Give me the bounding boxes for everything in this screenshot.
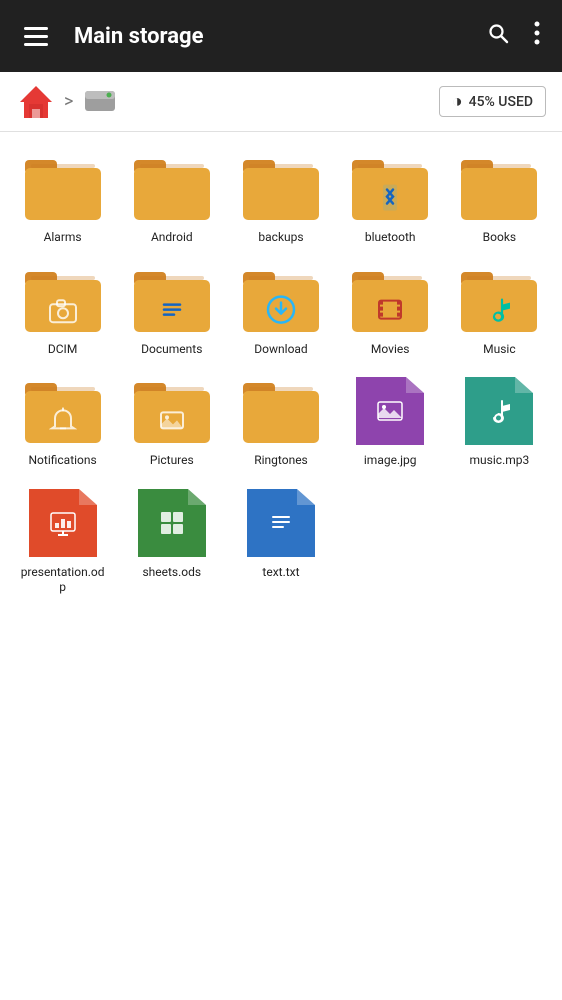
file-icon-sheets [132, 487, 212, 559]
file-item-download[interactable]: Download [226, 256, 335, 364]
menu-button[interactable] [16, 19, 56, 54]
file-label-dcim: DCIM [48, 342, 77, 358]
file-item-android[interactable]: Android [117, 144, 226, 252]
file-item-backups[interactable]: backups [226, 144, 335, 252]
storage-half-icon: ◑ [452, 91, 463, 112]
folder-icon-alarms [23, 152, 103, 224]
file-item-bluetooth[interactable]: bluetooth [336, 144, 445, 252]
file-label-alarms: Alarms [44, 230, 82, 246]
file-item-documents[interactable]: Documents [117, 256, 226, 364]
file-item-music[interactable]: Music [445, 256, 554, 364]
file-item-dcim[interactable]: DCIM [8, 256, 117, 364]
file-label-movies: Movies [371, 342, 410, 358]
folder-icon-movies [350, 264, 430, 336]
file-label-ringtones: Ringtones [254, 453, 308, 469]
file-label-sheets: sheets.ods [142, 565, 201, 581]
storage-used-label: 45% USED [469, 94, 533, 110]
file-label-download: Download [254, 342, 307, 358]
folder-icon-pictures [132, 375, 212, 447]
folder-icon-android [132, 152, 212, 224]
file-item-notifications[interactable]: Notifications [8, 367, 117, 475]
folder-icon-ringtones [241, 375, 321, 447]
file-grid: Alarms Android backups [0, 132, 562, 614]
topbar: Main storage [0, 0, 562, 72]
breadcrumb-separator: > [64, 91, 73, 112]
file-label-presentation: presentation.odp [18, 565, 108, 596]
file-item-text[interactable]: text.txt [226, 479, 335, 602]
file-icon-image_jpg [350, 375, 430, 447]
storage-icon [81, 81, 119, 119]
file-label-text: text.txt [262, 565, 299, 581]
file-item-ringtones[interactable]: Ringtones [226, 367, 335, 475]
file-label-image_jpg: image.jpg [364, 453, 417, 469]
file-label-bluetooth: bluetooth [365, 230, 416, 246]
folder-icon-bluetooth [350, 152, 430, 224]
file-label-documents: Documents [141, 342, 202, 358]
page-title: Main storage [74, 24, 462, 49]
folder-icon-download [241, 264, 321, 336]
folder-icon-documents [132, 264, 212, 336]
file-label-music: Music [483, 342, 515, 358]
storage-breadcrumb[interactable] [81, 81, 119, 123]
breadcrumb: > ◑ 45% USED [0, 72, 562, 132]
file-item-pictures[interactable]: Pictures [117, 367, 226, 475]
search-button[interactable] [480, 15, 516, 57]
home-icon [16, 82, 56, 122]
file-item-music_mp3[interactable]: music.mp3 [445, 367, 554, 475]
file-icon-music_mp3 [459, 375, 539, 447]
storage-usage-badge: ◑ 45% USED [439, 86, 546, 117]
file-label-books: Books [483, 230, 516, 246]
file-item-image_jpg[interactable]: image.jpg [336, 367, 445, 475]
folder-icon-notifications [23, 375, 103, 447]
file-label-android: Android [151, 230, 193, 246]
home-breadcrumb[interactable] [16, 82, 56, 122]
file-item-sheets[interactable]: sheets.ods [117, 479, 226, 602]
file-item-alarms[interactable]: Alarms [8, 144, 117, 252]
file-label-backups: backups [258, 230, 303, 246]
file-label-music_mp3: music.mp3 [470, 453, 530, 469]
file-item-books[interactable]: Books [445, 144, 554, 252]
file-icon-text [241, 487, 321, 559]
file-label-pictures: Pictures [150, 453, 194, 469]
folder-icon-backups [241, 152, 321, 224]
topbar-actions [480, 15, 546, 57]
file-item-presentation[interactable]: presentation.odp [8, 479, 117, 602]
file-label-notifications: Notifications [28, 453, 96, 469]
folder-icon-dcim [23, 264, 103, 336]
more-options-button[interactable] [528, 15, 546, 57]
folder-icon-books [459, 152, 539, 224]
file-icon-presentation [23, 487, 103, 559]
folder-icon-music [459, 264, 539, 336]
file-item-movies[interactable]: Movies [336, 256, 445, 364]
